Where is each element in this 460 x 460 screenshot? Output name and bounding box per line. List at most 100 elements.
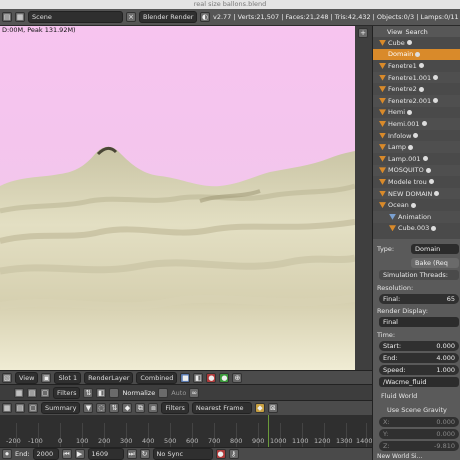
keying-icon[interactable]: ⏺: [2, 449, 12, 459]
visibility-icon[interactable]: [425, 167, 431, 173]
scene-selector[interactable]: Scene: [28, 11, 123, 23]
normalize-checkbox[interactable]: [109, 387, 120, 398]
type-selector[interactable]: Domain: [411, 244, 459, 254]
render-layer-selector[interactable]: RenderLayer: [84, 371, 134, 384]
outliner-item[interactable]: Lamp: [373, 141, 460, 153]
outliner-item[interactable]: Cube: [373, 37, 460, 49]
keyframe-icon[interactable]: ◆: [254, 403, 265, 413]
visibility-icon[interactable]: [422, 156, 428, 162]
editor-type-icon[interactable]: ▤: [2, 12, 12, 22]
lock-icon[interactable]: ⊠: [267, 403, 278, 413]
render-display-selector[interactable]: Final: [379, 317, 459, 327]
fluid-world-header[interactable]: Fluid World: [381, 392, 417, 400]
outliner-item[interactable]: Domain: [373, 48, 460, 61]
ghost-icon[interactable]: ◌: [96, 403, 107, 413]
channel-green-icon[interactable]: ●: [219, 372, 230, 383]
visibility-icon[interactable]: [433, 98, 439, 104]
current-frame-field[interactable]: 1609: [87, 448, 124, 460]
outliner-item[interactable]: Fenetre2: [373, 83, 460, 95]
view-menu[interactable]: View: [15, 371, 39, 384]
pass-selector[interactable]: Combined: [136, 371, 178, 384]
select-icon[interactable]: ▢: [28, 403, 38, 413]
bake-button[interactable]: Bake (Req: [411, 258, 459, 268]
visibility-icon[interactable]: [434, 191, 440, 197]
sync-selector[interactable]: No Sync: [152, 448, 213, 460]
copy-icon[interactable]: ⧉: [135, 403, 146, 413]
final-resolution-field[interactable]: Final: 65: [379, 294, 459, 304]
cache-path-field[interactable]: /Wacme_fluid: [379, 377, 459, 387]
outliner-item[interactable]: Fenetre2.001: [373, 94, 460, 107]
outliner-item[interactable]: Modele trou: [373, 176, 460, 188]
render-view[interactable]: D:00M, Peak 131.92M): [0, 26, 355, 370]
loop-icon[interactable]: ↻: [139, 449, 150, 459]
summary-button[interactable]: Summary: [41, 402, 81, 414]
outliner-item[interactable]: Ocean: [373, 199, 460, 211]
visibility-icon[interactable]: [433, 75, 439, 81]
paste-icon[interactable]: ⧈: [148, 403, 159, 413]
view-icon[interactable]: ▤: [15, 403, 25, 413]
outliner-search-menu[interactable]: Search: [405, 28, 427, 36]
visibility-icon[interactable]: [415, 51, 421, 57]
slot-selector[interactable]: Slot 1: [54, 371, 82, 384]
visibility-icon[interactable]: [418, 86, 424, 92]
record-icon[interactable]: ●: [215, 449, 226, 459]
visibility-icon[interactable]: [408, 144, 414, 150]
end-frame-field[interactable]: 2000: [32, 448, 59, 460]
sort-icon[interactable]: ⇅: [83, 387, 94, 398]
simulation-threads[interactable]: Simulation Threads:: [379, 270, 459, 280]
jump-start-icon[interactable]: ⏮: [61, 449, 72, 459]
outliner-item[interactable]: Fenetre1.001: [373, 71, 460, 84]
play-icon[interactable]: ▶: [74, 449, 85, 459]
visibility-icon[interactable]: [421, 121, 427, 127]
render-engine-selector[interactable]: Blender Render: [139, 11, 197, 23]
channel-alpha-icon[interactable]: ◧: [193, 372, 204, 383]
start-time-field[interactable]: Start: 0.000: [379, 341, 459, 351]
outliner-item[interactable]: Lamp.001: [373, 153, 460, 165]
playhead[interactable]: [268, 415, 269, 447]
filters-button-2[interactable]: Filters: [161, 402, 189, 414]
use-scene-gravity-checkbox[interactable]: Use Scene Gravity: [387, 406, 447, 414]
show-icon[interactable]: ◧: [96, 387, 107, 398]
outliner-subitem[interactable]: Animation: [373, 210, 460, 223]
key-icon[interactable]: ◆: [122, 403, 133, 413]
timeline-ruler[interactable]: -200 -100 0 100 200 300 400 500 600 700 …: [0, 415, 372, 447]
close-scene-icon[interactable]: ×: [126, 12, 136, 22]
visibility-icon[interactable]: [407, 109, 413, 115]
outliner-view-menu[interactable]: View: [387, 28, 402, 36]
gravity-y-field[interactable]: Y: 0.000: [379, 429, 459, 439]
outliner-item[interactable]: Hemi: [373, 107, 460, 119]
outliner-item[interactable]: Infolow: [373, 130, 460, 142]
outliner-item[interactable]: Hemi.001: [373, 118, 460, 130]
outliner-subitem[interactable]: Cube.003: [373, 223, 460, 235]
channel-rgb-icon[interactable]: ■: [180, 372, 191, 383]
filters-button[interactable]: Filters: [53, 386, 81, 399]
end-time-field[interactable]: End: 4.000: [379, 353, 459, 363]
visibility-icon[interactable]: [418, 63, 424, 69]
outliner-item[interactable]: NEW DOMAIN: [373, 187, 460, 200]
gravity-x-field[interactable]: X: 0.000: [379, 417, 459, 427]
visibility-icon[interactable]: [406, 40, 412, 46]
channel-red-icon[interactable]: ●: [206, 372, 217, 383]
plus-icon[interactable]: +: [358, 28, 368, 38]
gravity-z-field[interactable]: Z: -9.810: [379, 441, 459, 451]
auto-checkbox[interactable]: [158, 387, 169, 398]
view-icon[interactable]: ▤: [27, 387, 37, 398]
jump-end-icon[interactable]: ⏭: [126, 449, 137, 459]
pin-icon[interactable]: ⊕: [232, 372, 243, 383]
visibility-icon[interactable]: [413, 133, 419, 139]
outliner-item[interactable]: MOSQUITO: [373, 164, 460, 177]
visibility-icon[interactable]: [410, 202, 416, 208]
editor-type-icon[interactable]: ▦: [2, 403, 12, 413]
link-icon[interactable]: ∞: [189, 387, 200, 398]
speed-field[interactable]: Speed: 1.000: [379, 365, 459, 375]
filter-icon[interactable]: ▼: [83, 403, 94, 413]
visibility-icon[interactable]: [428, 179, 434, 185]
sort-icon[interactable]: ⇅: [109, 403, 120, 413]
layout-icon[interactable]: ▦: [15, 12, 25, 22]
select-icon[interactable]: ▢: [40, 387, 50, 398]
editor-type-icon[interactable]: ▧: [2, 372, 12, 383]
interpolation-selector[interactable]: Nearest Frame: [191, 402, 252, 414]
editor-type-icon[interactable]: ▦: [14, 387, 24, 398]
image-icon[interactable]: ▣: [41, 372, 52, 383]
keyset-icon[interactable]: ⚷: [228, 449, 239, 459]
